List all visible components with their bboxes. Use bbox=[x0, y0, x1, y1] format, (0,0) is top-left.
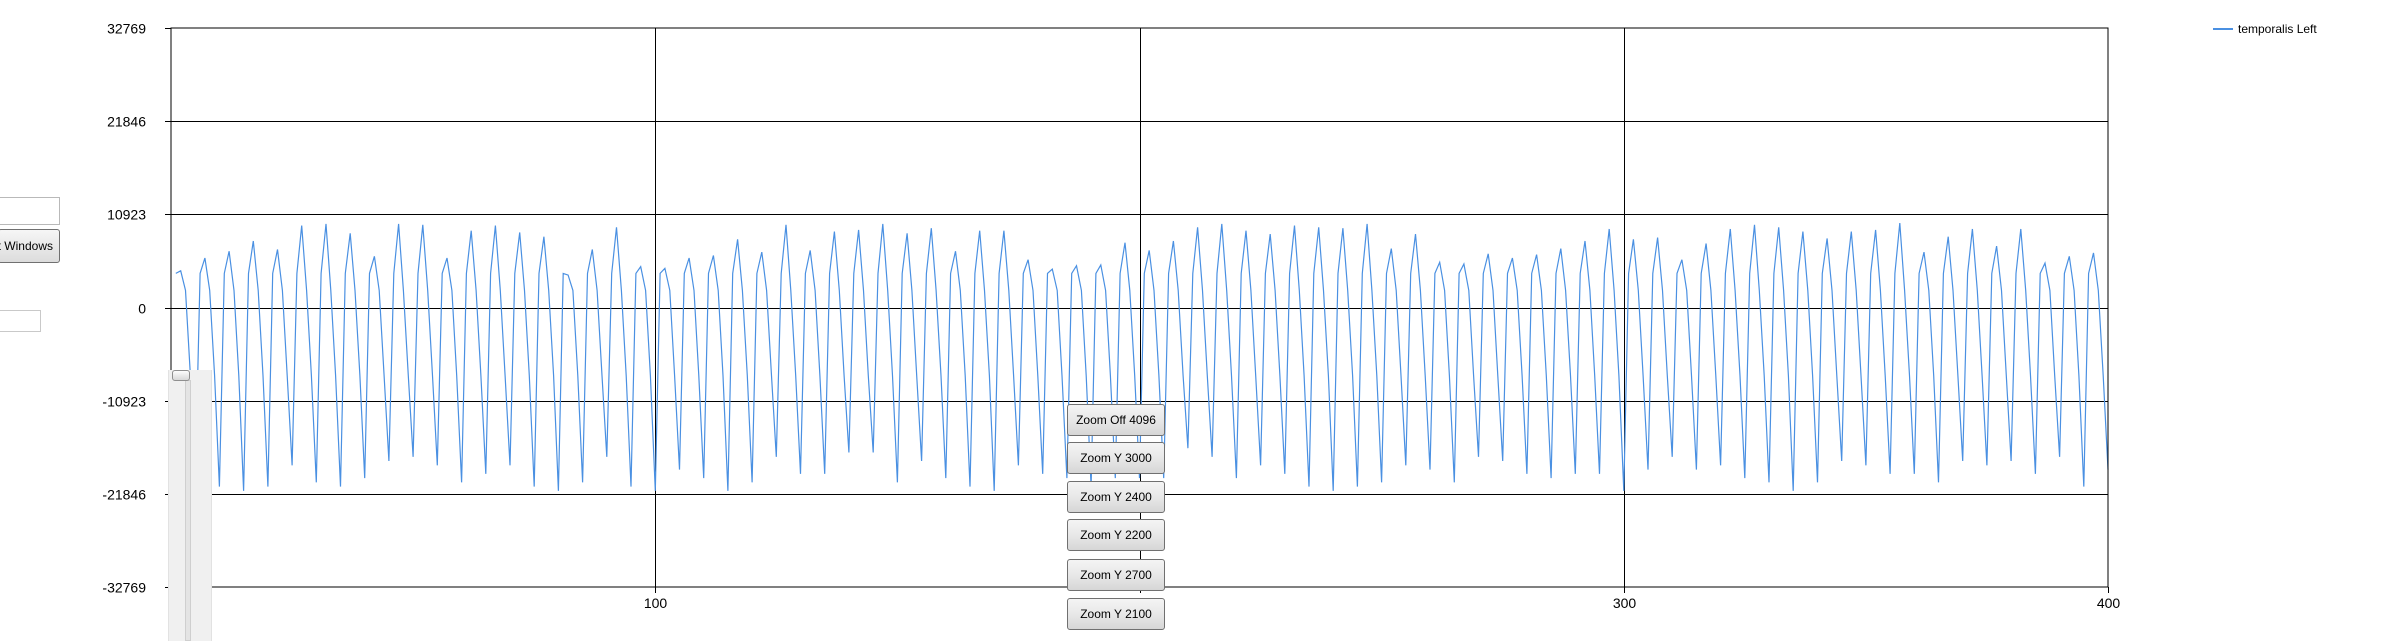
y-tick-label: 10923 bbox=[107, 207, 146, 223]
zoom-y-3000-button[interactable]: Zoom Y 3000 bbox=[1067, 442, 1165, 474]
slider-thumb[interactable] bbox=[172, 370, 190, 381]
slider-groove bbox=[185, 380, 191, 641]
vertical-slider[interactable] bbox=[168, 370, 212, 641]
y-tick-label: -21846 bbox=[102, 487, 146, 503]
zoom-y-2100-button[interactable]: Zoom Y 2100 bbox=[1067, 598, 1165, 630]
windows-button[interactable]: t Windows bbox=[0, 229, 60, 263]
zoom-off-4096-button[interactable]: Zoom Off 4096 bbox=[1067, 404, 1165, 436]
y-tick-label: 0 bbox=[138, 301, 146, 317]
small-text-input[interactable] bbox=[0, 310, 41, 332]
y-tick-label: 32769 bbox=[107, 21, 146, 37]
y-axis-ticks: 32769 21846 10923 0 -10923 -21846 -32769 bbox=[102, 21, 171, 596]
zoom-y-2700-button[interactable]: Zoom Y 2700 bbox=[1067, 559, 1165, 591]
y-tick-label: -10923 bbox=[102, 394, 146, 410]
y-tick-label: 21846 bbox=[107, 114, 146, 130]
x-tick-label: 400 bbox=[2097, 595, 2121, 611]
legend-label: temporalis Left bbox=[2238, 22, 2317, 36]
zoom-y-2200-button[interactable]: Zoom Y 2200 bbox=[1067, 519, 1165, 551]
legend: temporalis Left bbox=[2213, 22, 2317, 36]
text-input[interactable] bbox=[0, 197, 60, 225]
y-tick-label: -32769 bbox=[102, 580, 146, 596]
x-axis-ticks: 100200300400 bbox=[644, 587, 2121, 611]
x-tick-label: 300 bbox=[1613, 595, 1637, 611]
chart-canvas: 3276921846109230-10923-21846-32769 10020… bbox=[102, 21, 2317, 612]
zoom-y-2400-button[interactable]: Zoom Y 2400 bbox=[1067, 481, 1165, 513]
x-tick-label: 100 bbox=[644, 595, 668, 611]
